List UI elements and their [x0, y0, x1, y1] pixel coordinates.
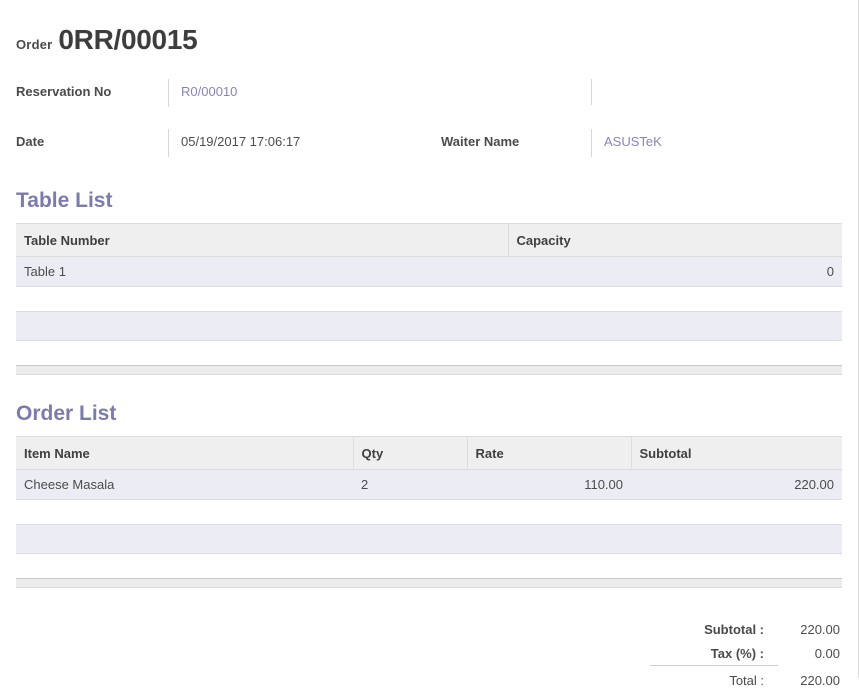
table-list-gap-row-2 — [16, 340, 842, 366]
gap-cell — [353, 499, 467, 525]
cell-subtotal: 220.00 — [631, 469, 842, 500]
cell-table-number: Table 1 — [16, 256, 508, 287]
table-list-foot — [16, 365, 842, 375]
cell-rate: 110.00 — [467, 469, 631, 500]
reservation-right-divider — [591, 79, 592, 105]
order-list-foot — [16, 578, 842, 588]
column-header-subtotal: Subtotal — [630, 436, 842, 470]
order-list-head: Item Name Qty Rate Subtotal — [16, 436, 842, 470]
empty-cell — [508, 311, 842, 341]
subtotal-label: Subtotal : — [704, 622, 764, 637]
order-list-gap-row-2 — [16, 553, 842, 579]
tax-value: 0.00 — [814, 645, 840, 661]
footer-cell — [467, 578, 631, 588]
order-list-gap-row — [16, 499, 842, 525]
reservation-no-value[interactable]: R0/00010 — [168, 79, 591, 107]
total-label: Total : — [650, 665, 778, 693]
page-title: Order 0RR/00015 — [0, 0, 858, 54]
footer-cell — [631, 578, 842, 588]
subtotal-value: 220.00 — [800, 622, 840, 637]
table-list-wrapper: Table Number Capacity Table 1 0 — [0, 223, 858, 375]
table-row[interactable]: Table 1 0 — [16, 256, 842, 287]
footer-cell — [353, 578, 467, 588]
order-list-table: Item Name Qty Rate Subtotal Cheese Masal… — [16, 436, 842, 588]
gap-cell — [631, 499, 842, 525]
totals-row-total: Total : 220.00 — [650, 665, 840, 693]
table-header-row: Item Name Qty Rate Subtotal — [16, 436, 842, 470]
table-header-row: Table Number Capacity — [16, 223, 842, 257]
table-row[interactable]: Cheese Masala 2 110.00 220.00 — [16, 469, 842, 500]
totals-section: Subtotal : 220.00 Tax (%) : 0.00 Total :… — [0, 618, 858, 693]
gap-cell — [16, 340, 508, 366]
waiter-name-label: Waiter Name — [441, 134, 520, 149]
table-list-gap-row — [16, 286, 842, 312]
empty-cell — [353, 524, 467, 554]
totals-table: Subtotal : 220.00 Tax (%) : 0.00 Total :… — [650, 618, 840, 693]
column-header-item-name: Item Name — [16, 436, 353, 470]
column-header-capacity: Capacity — [507, 223, 842, 257]
total-value: 220.00 — [800, 672, 840, 688]
waiter-name-value[interactable]: ASUSTeK — [591, 129, 841, 157]
cell-capacity: 0 — [508, 256, 842, 287]
page-title-value: 0RR/00015 — [58, 24, 198, 55]
footer-cell — [16, 365, 508, 375]
totals-row-subtotal: Subtotal : 220.00 — [650, 618, 840, 642]
table-list-body: Table 1 0 — [16, 256, 842, 366]
gap-cell — [631, 553, 842, 579]
gap-cell — [508, 340, 842, 366]
field-row-reservation: Reservation No R0/00010 — [0, 79, 858, 107]
table-list-head: Table Number Capacity — [16, 223, 842, 257]
gap-cell — [508, 286, 842, 312]
page-title-label: Order — [16, 37, 53, 52]
column-header-table-number: Table Number — [16, 223, 508, 257]
field-group-date: Date 05/19/2017 17:06:17 Waiter Name — [16, 129, 591, 157]
cell-item-name: Cheese Masala — [16, 469, 353, 500]
gap-cell — [16, 286, 508, 312]
empty-cell — [16, 311, 508, 341]
date-label: Date — [16, 134, 45, 149]
field-group-waiter: ASUSTeK — [591, 129, 841, 157]
table-list-empty-row — [16, 311, 842, 341]
table-list-table: Table Number Capacity Table 1 0 — [16, 223, 842, 375]
empty-cell — [16, 524, 353, 554]
gap-cell — [16, 553, 353, 579]
totals-row-tax: Tax (%) : 0.00 — [650, 642, 840, 666]
column-header-qty: Qty — [352, 436, 467, 470]
cell-qty: 2 — [353, 469, 467, 500]
gap-cell — [467, 553, 631, 579]
gap-cell — [353, 553, 467, 579]
footer-cell — [508, 365, 842, 375]
order-list-wrapper: Item Name Qty Rate Subtotal Cheese Masal… — [0, 436, 858, 588]
order-list-heading: Order List — [16, 402, 117, 425]
date-value: 05/19/2017 17:06:17 — [168, 129, 441, 157]
gap-cell — [467, 499, 631, 525]
order-list-empty-row — [16, 524, 842, 554]
empty-cell — [467, 524, 631, 554]
order-list-body: Cheese Masala 2 110.00 220.00 — [16, 469, 842, 579]
reservation-no-label: Reservation No — [16, 84, 112, 99]
footer-cell — [16, 578, 353, 588]
field-group-reservation-right — [591, 79, 841, 105]
table-list-heading: Table List — [16, 189, 113, 212]
empty-cell — [631, 524, 842, 554]
report-sheet: Order 0RR/00015 Reservation No R0/00010 D… — [0, 0, 858, 693]
field-row-date: Date 05/19/2017 17:06:17 Waiter Name ASU… — [0, 129, 858, 157]
field-group-reservation: Reservation No R0/00010 — [16, 79, 591, 107]
table-footer-row — [16, 578, 842, 588]
tax-label: Tax (%) : — [710, 645, 764, 661]
table-footer-row — [16, 365, 842, 375]
gap-cell — [16, 499, 353, 525]
column-header-rate: Rate — [466, 436, 631, 470]
